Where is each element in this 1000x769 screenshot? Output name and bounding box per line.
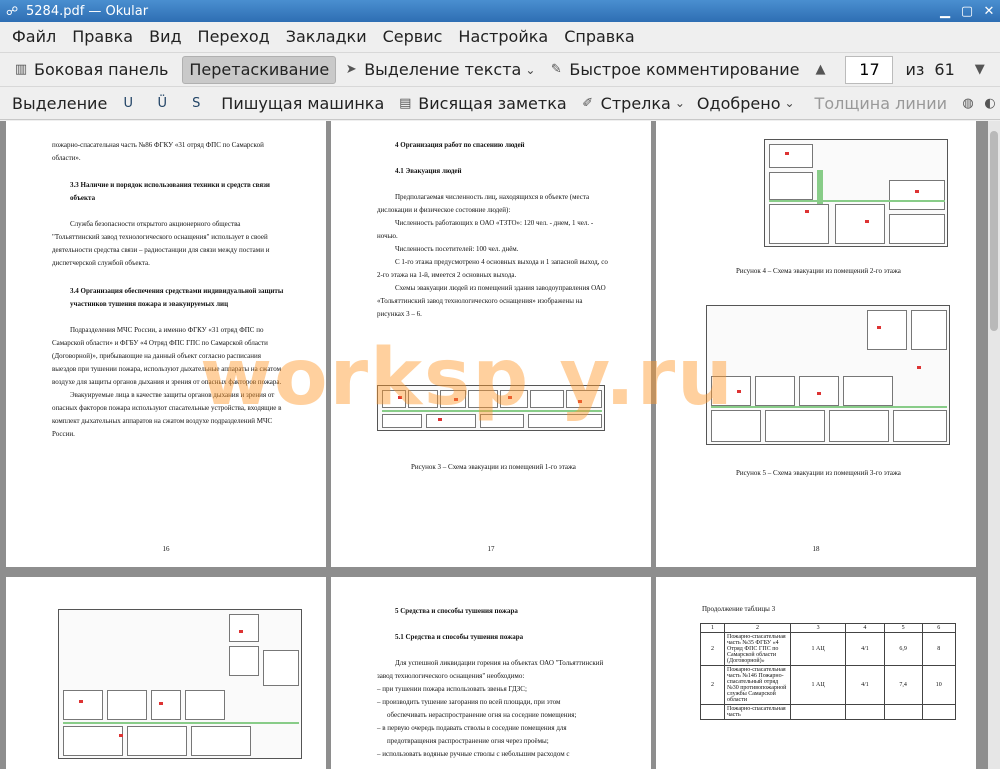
previous-page-button[interactable]: ▲ (805, 56, 839, 84)
page-21: Продолжение таблицы 3 1 2 3 4 5 6 2 Пожа… (656, 577, 976, 769)
color-tool[interactable]: ◍ ◐ (953, 89, 1000, 117)
menu-help[interactable]: Справка (556, 22, 643, 52)
highlight-tool[interactable]: Выделение (6, 89, 113, 117)
evacuation-plan-floor-4 (58, 609, 302, 759)
page-19 (6, 577, 326, 769)
sidebar-button[interactable]: ▥ Боковая панель (6, 56, 174, 84)
menu-bookmarks[interactable]: Закладки (278, 22, 375, 52)
table-3: 1 2 3 4 5 6 2 Пожарно-спасательная часть… (700, 623, 957, 720)
chevron-down-icon[interactable]: ⌄ (784, 96, 794, 110)
brush-icon: ✐ (582, 95, 594, 111)
stamp-tool[interactable]: Одобрено ⌄ (691, 89, 801, 117)
sidebar-icon: ▥ (14, 62, 28, 77)
strikeout-tool[interactable]: S (181, 89, 215, 117)
note-icon: ▤ (399, 95, 412, 111)
figure-3-caption: Рисунок 3 – Схема эвакуации из помещений… (411, 463, 576, 471)
popup-note-tool[interactable]: ▤ Висящая заметка (390, 89, 572, 117)
menu-edit[interactable]: Правка (64, 22, 141, 52)
drag-mode-button[interactable]: Перетаскивание (182, 55, 337, 84)
page-18: Рисунок 4 – Схема эвакуации из помещений… (656, 121, 976, 567)
maximize-icon[interactable]: ▢ (956, 0, 978, 22)
quick-comment-button[interactable]: ✎ Быстрое комментирование (541, 56, 805, 84)
page-total-label: 61 (934, 60, 955, 79)
page-16: пожарно-спасательная часть №86 ФГКУ «31 … (6, 121, 326, 567)
vertical-scrollbar[interactable] (988, 121, 1000, 769)
minimize-icon[interactable]: ▁ (934, 0, 956, 22)
evacuation-plan-floor-2 (764, 139, 948, 247)
page-number: 16 (162, 545, 170, 553)
menu-file[interactable]: Файл (4, 22, 64, 52)
evacuation-plan-floor-3 (706, 305, 950, 445)
menu-settings[interactable]: Настройка (450, 22, 556, 52)
table-row: Пожарно-спасательная часть (700, 704, 957, 720)
next-page-button[interactable]: ▼ (965, 56, 999, 84)
line-width-control[interactable]: Толщина линии (809, 89, 954, 117)
typewriter-tool[interactable]: Пишущая машинка (215, 89, 390, 117)
squiggle-underline-icon: Ü (157, 95, 168, 111)
figure-4-caption: Рисунок 4 – Схема эвакуации из помещений… (736, 267, 901, 275)
figure-5-caption: Рисунок 5 – Схема эвакуации из помещений… (736, 469, 901, 477)
page-number-input[interactable] (845, 55, 894, 84)
arrow-down-icon: ▼ (974, 62, 985, 77)
window-title: 5284.pdf — Okular (26, 3, 149, 19)
page-17: 4 Организация работ по спасению людей 4.… (331, 121, 651, 567)
menu-tools[interactable]: Сервис (375, 22, 451, 52)
arrow-tool[interactable]: ✐ Стрелка ⌄ (573, 89, 691, 117)
text-select-button[interactable]: ➤ Выделение текста ⌄ (336, 56, 541, 84)
cursor-icon: ➤ (345, 62, 357, 77)
scrollbar-thumb[interactable] (990, 131, 998, 331)
table-continuation-title: Продолжение таблицы 3 (702, 605, 776, 613)
page-number: 17 (487, 545, 495, 553)
okular-app-icon: ☍ (6, 4, 19, 18)
table-row: 2 Пожарно-спасательная часть №146 Пожарн… (700, 665, 957, 705)
close-icon[interactable]: ✕ (978, 0, 1000, 22)
evacuation-plan-floor-1 (377, 385, 605, 431)
table-row: 2 Пожарно-спасательная часть №35 ФГБУ «4… (700, 632, 957, 666)
page-number: 18 (812, 545, 820, 553)
window-titlebar[interactable]: ☍ 5284.pdf — Okular ▁ ▢ ✕ (0, 0, 1000, 22)
underline-icon: U (123, 95, 134, 111)
document-viewer[interactable]: пожарно-спасательная часть №86 ФГКУ «31 … (0, 121, 1000, 769)
page-of-label: из (905, 60, 925, 79)
page-20: 5 Средства и способы тушения пожара 5.1 … (331, 577, 651, 769)
chevron-down-icon[interactable]: ⌄ (525, 63, 535, 77)
annotation-toolbar: Выделение U Ü S Пишущая машинка ▤ Висящая… (0, 86, 1000, 120)
menu-bar: Файл Правка Вид Переход Закладки Сервис … (0, 22, 1000, 52)
chevron-down-icon[interactable]: ⌄ (675, 96, 685, 110)
arrow-up-icon: ▲ (815, 62, 826, 77)
menu-view[interactable]: Вид (141, 22, 189, 52)
opacity-icon: ◐ (984, 95, 996, 111)
strikeout-icon: S (192, 95, 201, 111)
menu-go[interactable]: Переход (190, 22, 278, 52)
squiggle-tool[interactable]: Ü (147, 89, 181, 117)
underline-tool[interactable]: U (113, 89, 147, 117)
color-palette-icon: ◍ (962, 95, 974, 111)
main-toolbar: ▥ Боковая панель Перетаскивание ➤ Выделени… (0, 52, 1000, 86)
table-header: 1 2 3 4 5 6 (700, 623, 957, 633)
pen-icon: ✎ (550, 62, 562, 77)
